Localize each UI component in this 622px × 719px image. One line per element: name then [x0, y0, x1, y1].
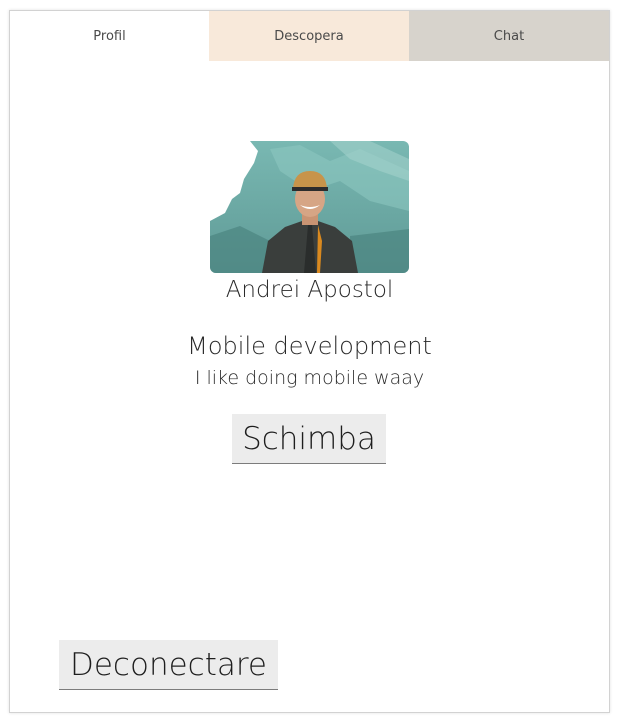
profile-bio: I like doing mobile waay: [194, 367, 425, 389]
tab-profil[interactable]: Profil: [10, 11, 209, 61]
tab-bar: Profil Descopera Chat: [10, 11, 609, 61]
profile-name: Andrei Apostol: [225, 277, 394, 303]
app-frame: Profil Descopera Chat Andrei Apostol Mob…: [9, 10, 610, 713]
profile-photo: [210, 141, 409, 273]
tab-descopera[interactable]: Descopera: [209, 11, 409, 61]
change-button[interactable]: Schimba: [232, 414, 386, 464]
tab-chat[interactable]: Chat: [409, 11, 609, 61]
profile-title: Mobile development: [187, 332, 432, 360]
logout-button[interactable]: Deconectare: [59, 640, 278, 690]
